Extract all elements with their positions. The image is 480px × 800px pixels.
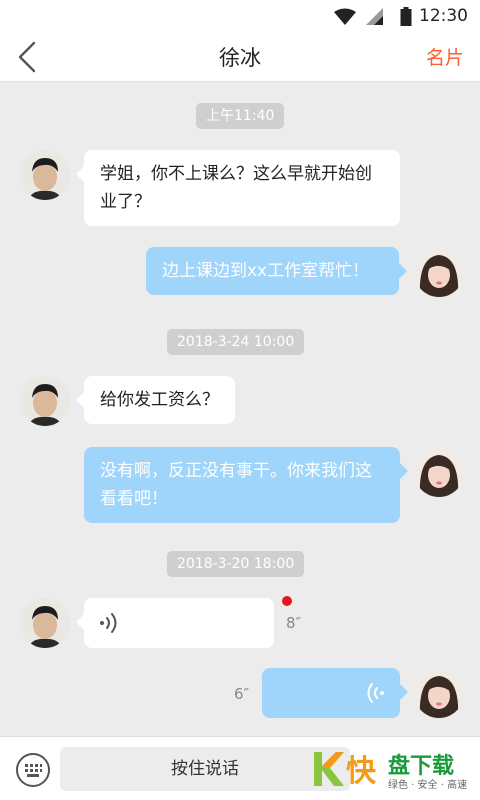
signal-icon: [366, 8, 383, 25]
my-avatar[interactable]: [414, 668, 464, 718]
chat-timestamp: 2018-3-24 10:00: [167, 329, 305, 355]
voice-wave-icon: [367, 683, 384, 703]
chat-timestamp: 2018-3-20 18:00: [167, 551, 305, 577]
contact-avatar[interactable]: [20, 376, 70, 426]
voice-duration: 8″: [286, 614, 302, 632]
wifi-icon: [334, 8, 356, 25]
contact-avatar[interactable]: [20, 150, 70, 200]
voice-message-incoming[interactable]: [76, 598, 274, 648]
status-bar: 12:30: [0, 0, 480, 32]
keyboard-toggle-icon[interactable]: [16, 753, 50, 787]
message-text: 没有啊，反正没有事干。你来我们这看看吧！: [100, 461, 372, 509]
unread-indicator: [282, 596, 292, 606]
voice-wave-icon: [100, 613, 117, 633]
my-avatar[interactable]: [414, 247, 464, 297]
watermark-logo: 快 盘下载 绿色 · 安全 · 高速: [310, 746, 478, 796]
message-text: 边上课边到xx工作室帮忙！: [162, 261, 370, 281]
chat-header: 徐冰 名片: [0, 32, 480, 82]
message-bubble-outgoing[interactable]: 没有啊，反正没有事干。你来我们这看看吧！: [84, 447, 408, 523]
voice-duration: 6″: [234, 685, 250, 703]
hold-to-talk-button[interactable]: 按住说话: [60, 747, 350, 791]
logo-k-icon: [314, 752, 344, 786]
message-bubble-incoming[interactable]: 学姐，你不上课么？这么早就开始创业了？: [76, 150, 400, 226]
contact-card-button[interactable]: 名片: [426, 43, 464, 70]
watermark-mark: 快: [346, 754, 376, 789]
contact-avatar[interactable]: [20, 598, 70, 648]
chat-timestamp: 上午11:40: [196, 103, 285, 129]
voice-message-outgoing[interactable]: [262, 668, 408, 718]
message-text: 给你发工资么？: [100, 390, 219, 410]
watermark-slogan: 绿色 · 安全 · 高速: [388, 780, 468, 791]
status-time: 12:30: [419, 6, 468, 26]
my-avatar[interactable]: [414, 447, 464, 497]
message-bubble-incoming[interactable]: 给你发工资么？: [76, 376, 235, 424]
battery-icon: [400, 7, 412, 26]
page-title: 徐冰: [219, 46, 261, 70]
message-text: 学姐，你不上课么？这么早就开始创业了？: [100, 164, 372, 212]
message-bubble-outgoing[interactable]: 边上课边到xx工作室帮忙！: [146, 247, 407, 295]
